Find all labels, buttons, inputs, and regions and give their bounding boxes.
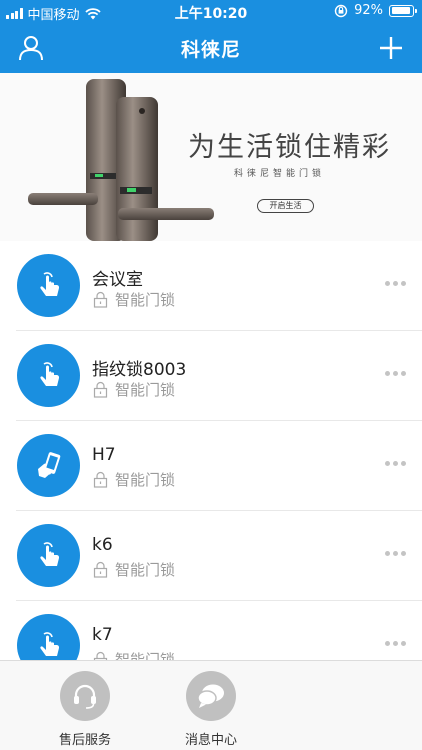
device-type-row: 智能门锁 [92, 379, 175, 400]
finger-touch-icon [39, 631, 59, 656]
device-type: 智能门锁 [115, 651, 176, 660]
more-icon[interactable] [385, 641, 406, 646]
padlock-icon [93, 381, 108, 398]
device-name: k6 [92, 535, 113, 555]
more-icon[interactable] [385, 371, 406, 376]
device-icon [17, 434, 80, 497]
add-device-button[interactable] [376, 33, 406, 63]
padlock-icon [93, 291, 108, 308]
device-name: 指纹锁8003 [92, 360, 187, 380]
padlock-icon [93, 651, 108, 660]
device-type-row: 智能门锁 [92, 469, 175, 490]
device-icon [17, 614, 80, 660]
tab-icon-circle [186, 671, 236, 721]
tab-label: 售后服务 [58, 733, 111, 748]
more-icon[interactable] [385, 461, 406, 466]
device-item[interactable]: 指纹锁8003 智能门锁 [0, 331, 422, 421]
more-icon[interactable] [385, 551, 406, 556]
finger-touch-icon [39, 361, 59, 386]
finger-touch-icon [39, 271, 59, 296]
device-item[interactable]: 会议室 智能门锁 [0, 241, 422, 331]
banner-subtitle: 科徕尼智能门锁 [234, 169, 326, 179]
finger-touch-icon [39, 541, 59, 566]
battery-icon [389, 4, 417, 17]
status-bar: 中国移动 上午10:20 92% [0, 0, 422, 24]
device-icon [17, 344, 80, 407]
device-item[interactable]: k6 智能门锁 [0, 511, 422, 601]
device-type-row: 智能门锁 [92, 559, 175, 580]
device-name: 会议室 [92, 270, 143, 290]
headset-icon [74, 684, 96, 709]
device-type-row: 智能门锁 [92, 289, 175, 310]
tab-message-center[interactable]: 消息中心 [166, 671, 256, 748]
device-item[interactable]: k7 智能门锁 [0, 601, 422, 660]
device-name: H7 [92, 445, 116, 465]
banner-slogan: 为生活锁住精彩 [188, 132, 391, 163]
status-right: 92% [334, 3, 417, 18]
device-item[interactable]: H7 智能门锁 [0, 421, 422, 511]
promo-banner[interactable]: 为生活锁住精彩 科徕尼智能门锁 开启生活 [0, 73, 422, 241]
device-name: k7 [92, 625, 113, 645]
plus-icon [380, 37, 402, 59]
tab-icon-circle [60, 671, 110, 721]
padlock-icon [93, 561, 108, 578]
page-title: 科徕尼 [180, 39, 241, 61]
chat-bubbles-icon [197, 684, 224, 708]
padlock-icon [93, 471, 108, 488]
banner-cta-button[interactable]: 开启生活 [257, 199, 314, 213]
device-type: 智能门锁 [115, 471, 176, 489]
rotation-lock-icon [334, 4, 348, 17]
app-header: 中国移动 上午10:20 92% 科徕尼 [0, 0, 422, 73]
device-icon [17, 254, 80, 317]
phone-in-hand-icon [37, 451, 60, 478]
tab-label: 消息中心 [184, 733, 237, 748]
device-list: 会议室 智能门锁 指纹锁8003 智能门锁 H7 智能门锁 k6 智能门锁 k7… [0, 241, 422, 660]
device-type-row: 智能门锁 [92, 649, 175, 660]
bottom-tab-bar: 售后服务 消息中心 [0, 660, 422, 750]
tab-after-sales-service[interactable]: 售后服务 [40, 671, 130, 748]
device-icon [17, 524, 80, 587]
device-type: 智能门锁 [115, 291, 176, 309]
device-type: 智能门锁 [115, 561, 176, 579]
device-type: 智能门锁 [115, 381, 176, 399]
battery-percent: 92% [354, 3, 383, 18]
more-icon[interactable] [385, 281, 406, 286]
